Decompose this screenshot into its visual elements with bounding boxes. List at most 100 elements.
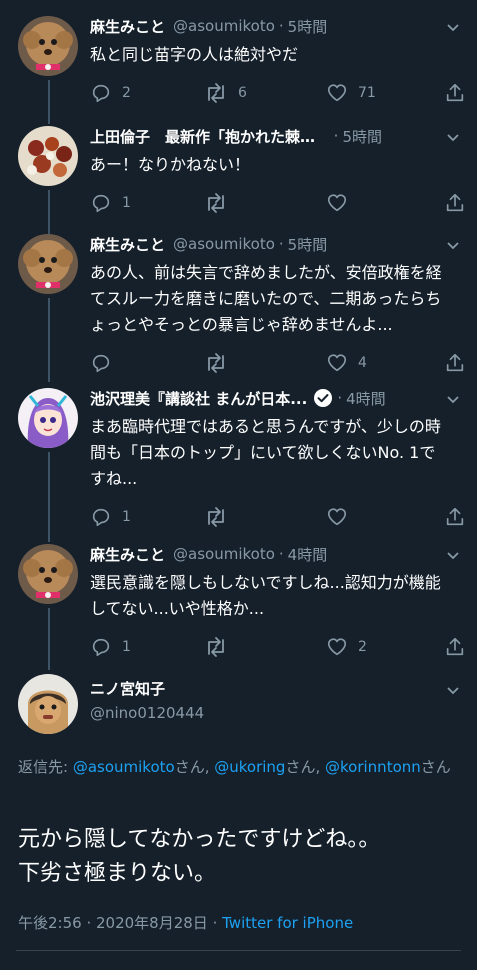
share-button[interactable] (444, 632, 466, 662)
tweet-actions: 1 2 (90, 632, 464, 662)
reply-icon (92, 354, 110, 373)
tweet-header: 麻生みこと @asoumikoto · 4時間 (90, 542, 461, 566)
tweet-text-line: 選民意識を隠しもしないですしね...認知力が機能 (90, 573, 441, 592)
retweet-icon (208, 507, 224, 527)
tweet[interactable]: 上田倫子 最新作「抱かれた棘と... · 5時間 あー！なりかねない！ 1 (0, 124, 477, 218)
avatar[interactable] (18, 388, 78, 448)
share-button[interactable] (444, 348, 466, 378)
tweet[interactable]: 麻生みこと @asoumikoto · 5時間 あの人、前は失言で辞めましたが、… (0, 232, 477, 378)
share-button[interactable] (444, 188, 466, 218)
chevron-down-icon[interactable] (445, 547, 461, 563)
handle[interactable]: @asoumikoto (173, 545, 275, 563)
chevron-down-icon[interactable] (445, 682, 461, 698)
chevron-down-icon[interactable] (445, 129, 461, 145)
like-button[interactable]: 71 (326, 78, 376, 108)
tweet[interactable]: 麻生みこと @asoumikoto · 5時間 私と同じ苗字の人は絶対やだ 2 … (0, 14, 477, 108)
timestamp[interactable]: 5時間 (288, 16, 328, 37)
like-button[interactable]: 2 (326, 632, 367, 662)
verified-badge-icon (314, 389, 333, 407)
tweet-text: 私と同じ苗字の人は絶対やだ (90, 42, 461, 68)
like-count: 71 (358, 85, 376, 101)
share-button[interactable] (444, 502, 466, 532)
separator: · (337, 389, 343, 407)
display-name[interactable]: 麻生みこと (90, 234, 165, 255)
source-app-link[interactable]: Twitter for iPhone (222, 914, 353, 932)
retweet-icon (208, 193, 224, 213)
tweet-text-line: してない...いや性格か... (90, 599, 265, 618)
share-icon (446, 353, 464, 372)
like-button[interactable]: 4 (326, 348, 367, 378)
display-name[interactable]: 上田倫子 最新作「抱かれた棘と... (90, 126, 330, 147)
tweet-text-line: あー！なりかねない！ (90, 155, 251, 174)
tweet-text: 選民意識を隠しもしないですしね...認知力が機能 してない...いや性格か... (90, 570, 461, 622)
retweet-button[interactable] (204, 348, 228, 378)
avatar[interactable] (18, 674, 78, 734)
avatar[interactable] (18, 16, 78, 76)
reply-button[interactable]: 2 (90, 78, 131, 108)
tweet-date: 2020年8月28日 (96, 914, 208, 932)
meta-separator: · (81, 914, 96, 932)
mention-suffix: さん (174, 758, 205, 776)
display-name[interactable]: ニノ宮知子 (90, 678, 165, 699)
separator: · (278, 17, 284, 35)
tweet-text-line: 下劣さ極まりない。 (18, 861, 217, 886)
timestamp[interactable]: 4時間 (288, 544, 328, 565)
display-name[interactable]: 麻生みこと (90, 544, 165, 565)
tweet[interactable]: 麻生みこと @asoumikoto · 4時間 選民意識を隠しもしないですしね.… (0, 542, 477, 662)
reply-button[interactable]: 1 (90, 502, 131, 532)
like-button[interactable] (326, 502, 348, 532)
retweet-button[interactable] (204, 188, 228, 218)
tweet-actions: 4 (90, 348, 464, 378)
tweet-text-line: てスルー力を磨きに磨いたので、二期あったらち (90, 289, 442, 308)
mention-link[interactable]: @asoumikoto (73, 758, 175, 776)
tweet-text-line: 元から隠してなかったですけどね。。 (18, 827, 381, 852)
tweet[interactable]: 池沢理美『講談社 まんが日本... · 4時間 まあ臨時代理ではあると思うんです… (0, 386, 477, 532)
tweet-text-line: あの人、前は失言で辞めましたが、安倍政権を経 (90, 263, 442, 282)
tweet-meta: 午後2:56 · 2020年8月28日 · Twitter for iPhone (18, 912, 461, 933)
reply-icon (92, 638, 110, 657)
retweet-icon (208, 353, 224, 373)
avatar[interactable] (18, 126, 78, 186)
display-name[interactable]: 麻生みこと (90, 16, 165, 37)
chevron-down-icon[interactable] (445, 237, 461, 253)
reply-button[interactable]: 1 (90, 188, 131, 218)
reply-to-line: 返信先: @asoumikotoさん, @ukoringさん, @korinnt… (18, 755, 461, 779)
chevron-down-icon[interactable] (445, 391, 461, 407)
tweet-header: 上田倫子 最新作「抱かれた棘と... · 5時間 (90, 124, 382, 148)
like-button[interactable] (326, 188, 348, 218)
timestamp[interactable]: 5時間 (342, 126, 382, 147)
tweet-time: 午後2:56 (18, 914, 82, 932)
mention-link[interactable]: @korinntonn (325, 758, 421, 776)
handle[interactable]: @nino0120444 (90, 704, 204, 722)
tweet-text-line: 間も「日本のトップ」にいて欲しくないNo. 1で (90, 443, 436, 462)
display-name[interactable]: 池沢理美『講談社 まんが日本... (90, 388, 307, 409)
timestamp[interactable]: 4時間 (346, 388, 386, 409)
retweet-icon (208, 83, 224, 103)
like-count: 2 (358, 639, 367, 655)
reply-button[interactable] (90, 348, 112, 378)
avatar[interactable] (18, 544, 78, 604)
share-icon (446, 193, 464, 212)
mention-suffix: さん (420, 758, 451, 776)
reply-to-label: 返信先: (18, 758, 73, 776)
reply-button[interactable]: 1 (90, 632, 131, 662)
retweet-button[interactable] (204, 502, 228, 532)
tweet-text-line: ょっとやそっとの暴言じゃ辞めませんよ... (90, 315, 393, 334)
reply-count: 1 (122, 195, 131, 211)
mention-link[interactable]: @ukoring (214, 758, 285, 776)
share-button[interactable] (444, 78, 466, 108)
retweet-button[interactable] (204, 632, 228, 662)
tweet-text: あの人、前は失言で辞めましたが、安倍政権を経 てスルー力を磨きに磨いたので、二期… (90, 260, 461, 338)
retweet-count: 6 (238, 85, 247, 101)
timestamp[interactable]: 5時間 (288, 234, 328, 255)
handle[interactable]: @asoumikoto (173, 235, 275, 253)
handle[interactable]: @asoumikoto (173, 17, 275, 35)
tweet-text: 元から隠してなかったですけどね。。 下劣さ極まりない。 (18, 823, 461, 891)
separator: · (333, 127, 339, 145)
avatar[interactable] (18, 234, 78, 294)
heart-icon (327, 638, 347, 656)
separator: · (278, 235, 284, 253)
chevron-down-icon[interactable] (445, 19, 461, 35)
tweet-text: まあ臨時代理ではあると思うんですが、少しの時 間も「日本のトップ」にいて欲しくな… (90, 414, 461, 492)
retweet-button[interactable]: 6 (204, 78, 247, 108)
